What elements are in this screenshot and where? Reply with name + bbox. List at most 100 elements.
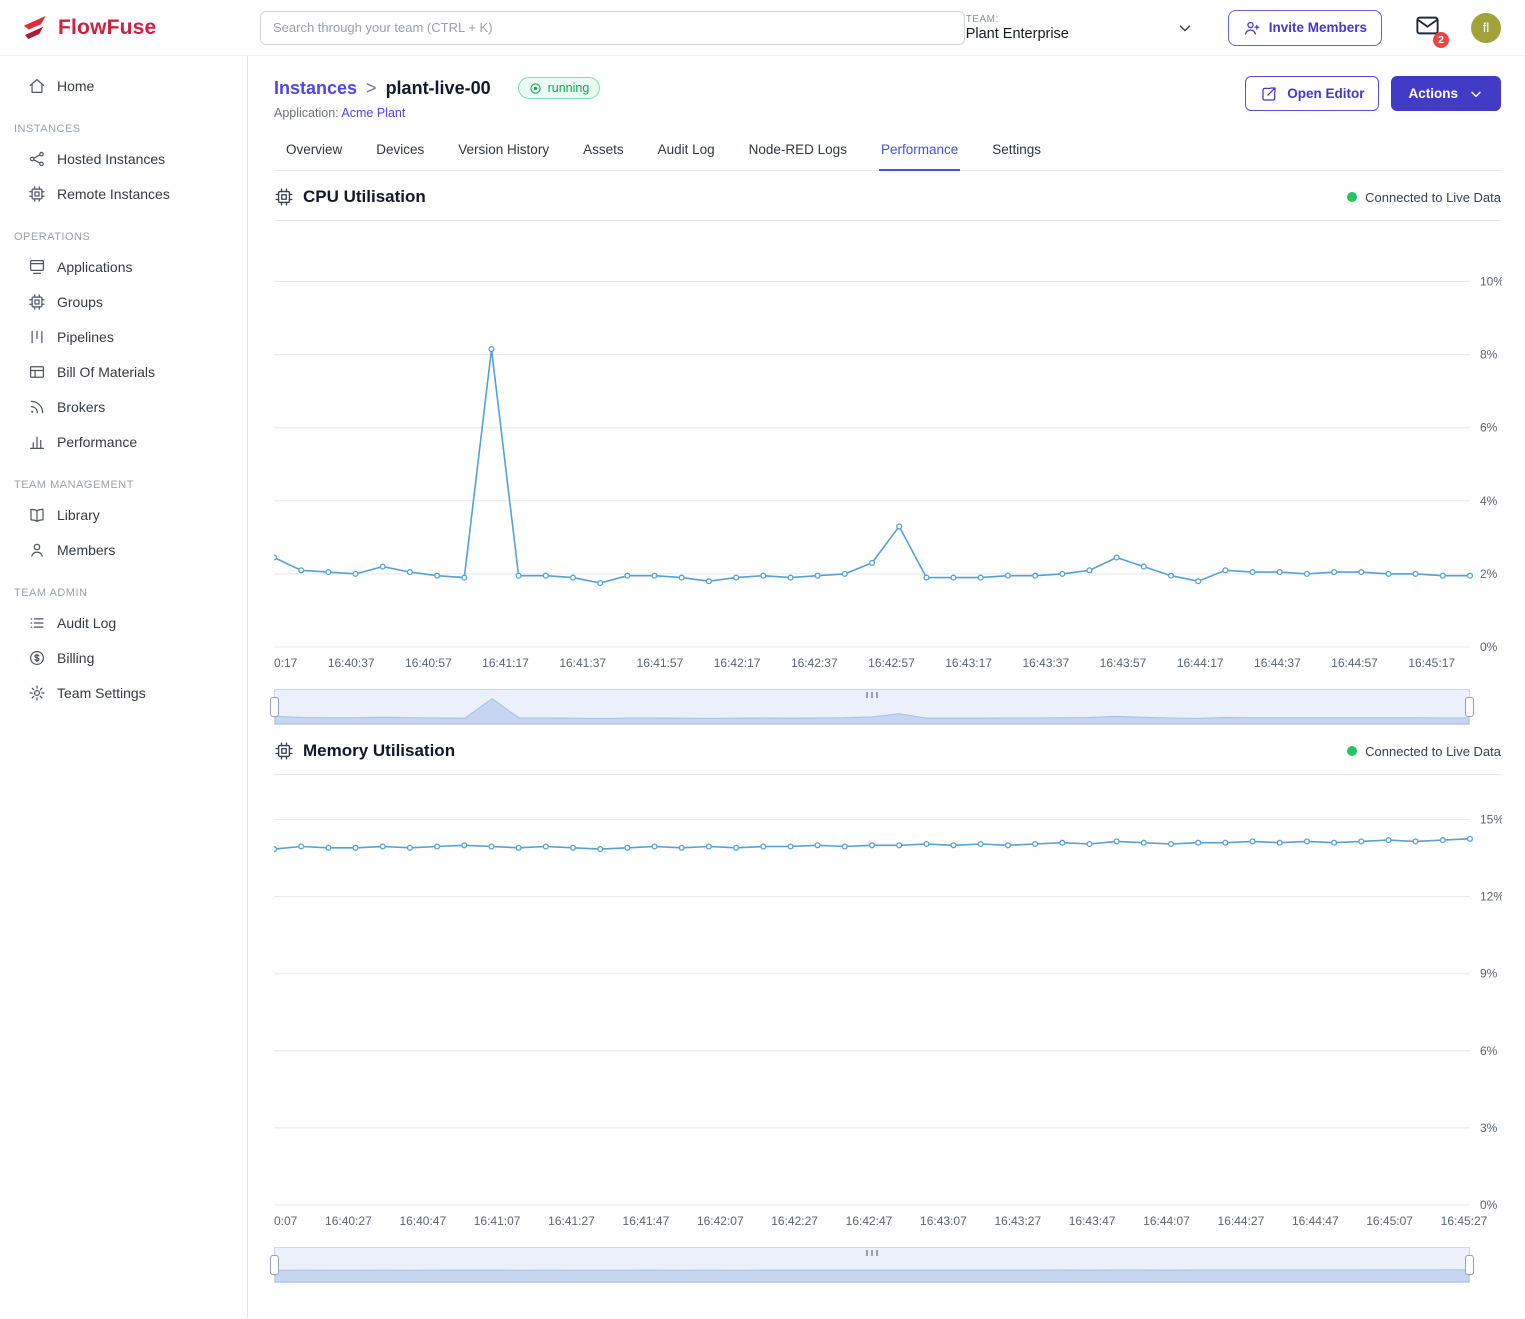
- sidebar-item-label: Groups: [57, 294, 103, 310]
- invite-members-label: Invite Members: [1269, 20, 1367, 35]
- sidebar-item-bill-of-materials[interactable]: Bill Of Materials: [0, 354, 247, 389]
- svg-text:16:41:47: 16:41:47: [623, 1214, 670, 1228]
- pipelines-icon: [28, 328, 46, 346]
- svg-text:10%: 10%: [1480, 275, 1502, 289]
- application-label: Application:: [274, 106, 339, 120]
- svg-text:16:44:07: 16:44:07: [1143, 1214, 1190, 1228]
- status-badge-label: running: [548, 76, 590, 100]
- svg-text:3%: 3%: [1480, 1121, 1498, 1135]
- search-input[interactable]: [260, 11, 965, 45]
- tab-performance[interactable]: Performance: [879, 132, 960, 171]
- team-selector[interactable]: TEAM: Plant Enterprise: [966, 14, 1194, 42]
- memory-chart-navigator[interactable]: [274, 1247, 1470, 1283]
- tab-assets[interactable]: Assets: [581, 132, 626, 171]
- cpu-chart-title: CPU Utilisation: [303, 187, 426, 207]
- actions-label: Actions: [1408, 86, 1458, 101]
- template-icon: [28, 258, 46, 276]
- memory-chart[interactable]: 0%3%6%9%12%15%0:0716:40:2716:40:4716:41:…: [274, 799, 1502, 1235]
- sidebar-item-billing[interactable]: Billing: [0, 640, 247, 675]
- svg-text:16:44:57: 16:44:57: [1331, 656, 1378, 670]
- sidebar-item-label: Library: [57, 507, 100, 523]
- sidebar-item-label: Applications: [57, 259, 133, 275]
- svg-text:16:41:37: 16:41:37: [559, 656, 606, 670]
- tab-overview[interactable]: Overview: [284, 132, 344, 171]
- svg-text:16:40:27: 16:40:27: [325, 1214, 372, 1228]
- svg-text:16:43:57: 16:43:57: [1100, 656, 1147, 670]
- open-editor-button[interactable]: Open Editor: [1245, 76, 1379, 111]
- sidebar-item-hosted-instances[interactable]: Hosted Instances: [0, 141, 247, 176]
- svg-text:16:43:07: 16:43:07: [920, 1214, 967, 1228]
- sidebar-item-team-settings[interactable]: Team Settings: [0, 675, 247, 710]
- sidebar-item-label: Remote Instances: [57, 186, 170, 202]
- notifications-button[interactable]: 2: [1414, 12, 1441, 44]
- svg-text:16:41:27: 16:41:27: [548, 1214, 595, 1228]
- svg-text:16:40:47: 16:40:47: [399, 1214, 446, 1228]
- sidebar-item-label: Audit Log: [57, 615, 116, 631]
- cpu-section-header: CPU Utilisation Connected to Live Data: [274, 171, 1501, 221]
- application-link[interactable]: Acme Plant: [341, 106, 405, 120]
- breadcrumb-instances-link[interactable]: Instances: [274, 76, 357, 100]
- instance-tabs: Overview Devices Version History Assets Audi…: [274, 132, 1501, 171]
- live-dot-icon: [1347, 746, 1357, 756]
- breadcrumb: Instances > plant-live-00 running: [274, 76, 600, 100]
- status-badge: running: [518, 77, 601, 99]
- navigator-left-handle[interactable]: [270, 697, 279, 717]
- team-name: Plant Enterprise: [966, 26, 1069, 42]
- svg-text:16:42:27: 16:42:27: [771, 1214, 818, 1228]
- rss-icon: [28, 398, 46, 416]
- tab-node-red-logs[interactable]: Node-RED Logs: [747, 132, 849, 171]
- tab-devices[interactable]: Devices: [374, 132, 426, 171]
- open-editor-icon: [1260, 85, 1278, 103]
- svg-text:16:41:57: 16:41:57: [637, 656, 684, 670]
- sidebar-section-title-instances: INSTANCES: [0, 123, 247, 135]
- svg-text:16:42:37: 16:42:37: [791, 656, 838, 670]
- navigator-grip[interactable]: [866, 1250, 878, 1256]
- cpu-chart[interactable]: 0%2%4%6%8%10%0:1716:40:3716:40:5716:41:1…: [274, 245, 1502, 677]
- actions-button[interactable]: Actions: [1391, 76, 1501, 111]
- svg-text:16:42:47: 16:42:47: [846, 1214, 893, 1228]
- svg-text:16:40:57: 16:40:57: [405, 656, 452, 670]
- sidebar-item-label: Bill Of Materials: [57, 364, 155, 380]
- instance-name: plant-live-00: [386, 76, 491, 100]
- svg-text:16:43:37: 16:43:37: [1022, 656, 1069, 670]
- avatar[interactable]: fl: [1471, 13, 1501, 43]
- sidebar-item-label: Hosted Instances: [57, 151, 165, 167]
- sidebar-section-title-team-management: TEAM MANAGEMENT: [0, 479, 247, 491]
- svg-text:16:44:27: 16:44:27: [1218, 1214, 1265, 1228]
- svg-text:6%: 6%: [1480, 1044, 1498, 1058]
- tab-settings[interactable]: Settings: [990, 132, 1043, 171]
- flowfuse-logo[interactable]: FlowFuse: [20, 13, 248, 43]
- svg-text:16:44:47: 16:44:47: [1292, 1214, 1339, 1228]
- navigator-grip[interactable]: [866, 692, 878, 698]
- invite-members-button[interactable]: Invite Members: [1228, 10, 1382, 46]
- navigator-right-handle[interactable]: [1465, 1255, 1474, 1275]
- sidebar-item-members[interactable]: Members: [0, 532, 247, 567]
- instance-header: Instances > plant-live-00 running Applic…: [274, 76, 1501, 120]
- sidebar-item-pipelines[interactable]: Pipelines: [0, 319, 247, 354]
- cpu-chart-navigator[interactable]: [274, 689, 1470, 725]
- sidebar-item-groups[interactable]: Groups: [0, 284, 247, 319]
- sidebar-item-library[interactable]: Library: [0, 497, 247, 532]
- sidebar-item-performance[interactable]: Performance: [0, 424, 247, 459]
- svg-text:0:07: 0:07: [274, 1214, 298, 1228]
- sidebar-item-brokers[interactable]: Brokers: [0, 389, 247, 424]
- tab-version-history[interactable]: Version History: [456, 132, 551, 171]
- memory-chip-icon: [274, 741, 294, 761]
- live-dot-icon: [1347, 192, 1357, 202]
- sidebar-item-label: Pipelines: [57, 329, 114, 345]
- svg-text:0%: 0%: [1480, 640, 1498, 654]
- sidebar-item-label: Performance: [57, 434, 137, 450]
- sidebar-item-home[interactable]: Home: [0, 68, 247, 103]
- main-content: Instances > plant-live-00 running Applic…: [248, 56, 1525, 1318]
- tab-audit-log[interactable]: Audit Log: [656, 132, 717, 171]
- sidebar: Home INSTANCES Hosted Instances Remote Inst…: [0, 56, 248, 1318]
- notification-count-badge: 2: [1433, 32, 1449, 48]
- sidebar-item-applications[interactable]: Applications: [0, 249, 247, 284]
- navigator-right-handle[interactable]: [1465, 697, 1474, 717]
- navigator-left-handle[interactable]: [270, 1255, 279, 1275]
- sidebar-item-audit-log[interactable]: Audit Log: [0, 605, 247, 640]
- memory-section-header: Memory Utilisation Connected to Live Dat…: [274, 725, 1501, 775]
- sidebar-item-remote-instances[interactable]: Remote Instances: [0, 176, 247, 211]
- svg-text:16:43:47: 16:43:47: [1069, 1214, 1116, 1228]
- svg-text:0%: 0%: [1480, 1198, 1498, 1212]
